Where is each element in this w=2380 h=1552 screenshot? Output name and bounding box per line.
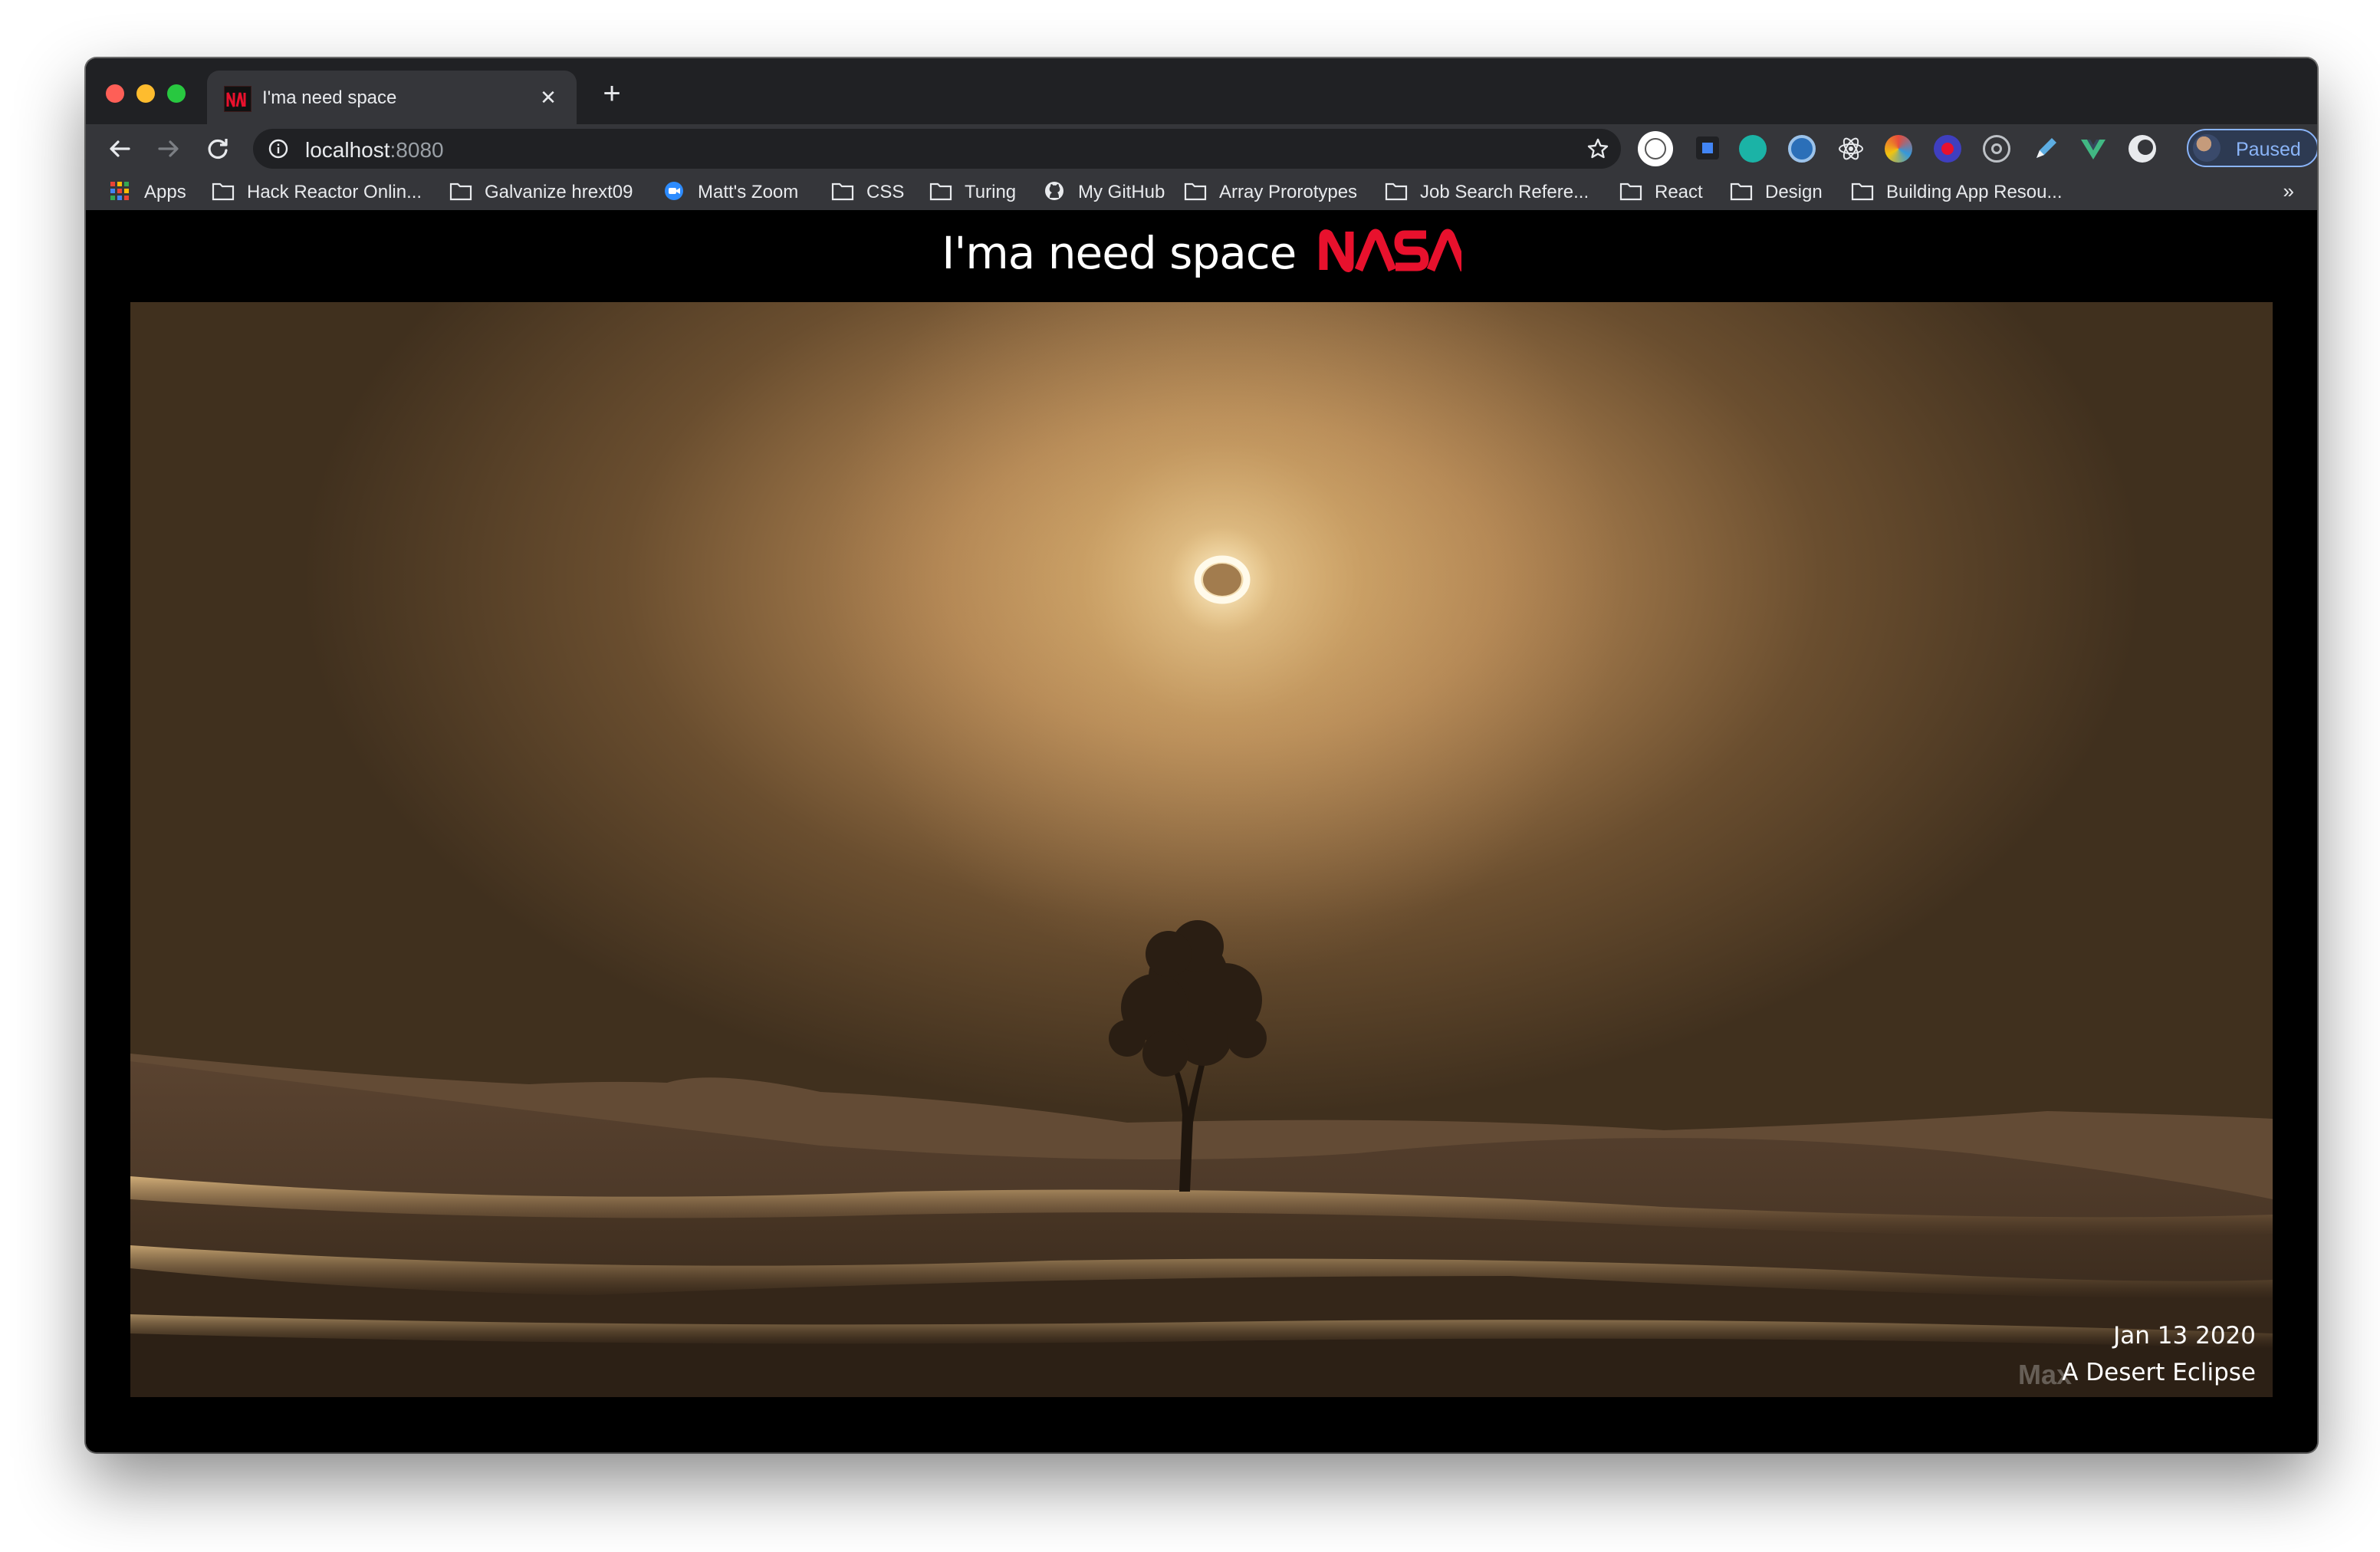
- apod-image: Max Jan 13 2020 A Desert Eclipse: [130, 302, 2273, 1397]
- bookmark-label: Galvanize hrext09: [485, 182, 633, 202]
- minimize-window-button[interactable]: [136, 84, 155, 103]
- apps-grid-icon: [110, 182, 129, 200]
- bookmark-label: My GitHub: [1078, 182, 1165, 202]
- nasa-logo: [1319, 229, 1468, 284]
- maximize-window-button[interactable]: [167, 84, 186, 103]
- page-title: I'ma need space: [942, 227, 1297, 279]
- extension-redux-icon[interactable]: [1934, 135, 1961, 163]
- site-info-icon[interactable]: [268, 139, 288, 159]
- extension-circle-icon[interactable]: [1638, 131, 1673, 166]
- tab-close-icon[interactable]: ✕: [535, 84, 561, 110]
- browser-window: I'ma need space ✕ + localhost:8080 Pause…: [86, 58, 2317, 1452]
- photo-date: Jan 13 2020: [2113, 1322, 2256, 1350]
- forward-arrow-icon[interactable]: [152, 132, 186, 166]
- folder-icon: [1184, 182, 1207, 201]
- bookmark-label: CSS: [866, 182, 905, 202]
- photo-title: A Desert Eclipse: [2062, 1359, 2256, 1386]
- profile-status: Paused: [2236, 139, 2301, 160]
- bookmark-label: Matt's Zoom: [698, 182, 799, 202]
- bookmark-label: Building App Resou...: [1886, 182, 2063, 202]
- folder-icon: [1730, 182, 1753, 201]
- bookmark-label: React: [1655, 182, 1703, 202]
- desert-eclipse-photo: [130, 302, 2273, 1397]
- site-header: I'ma need space: [86, 227, 2317, 284]
- extension-target-icon[interactable]: [1983, 135, 2010, 163]
- folder-icon: [929, 182, 952, 201]
- address-bar[interactable]: localhost:8080: [253, 129, 1621, 169]
- folder-icon: [831, 182, 854, 201]
- bookmarks-bar: Apps Hack Reactor Onlin... Galvanize hre…: [86, 173, 2317, 210]
- bookmark-label: Array Prorotypes: [1219, 182, 1358, 202]
- bookmarks-overflow-button[interactable]: »: [2283, 179, 2294, 203]
- extension-moon-icon[interactable]: [2129, 135, 2156, 163]
- bookmark-label: Turing: [965, 182, 1017, 202]
- bookmark-label: Hack Reactor Onlin...: [247, 182, 422, 202]
- extension-ring-icon[interactable]: [1788, 135, 1816, 163]
- page-content: I'ma need space Max Jan 13 2020 A Desert…: [86, 210, 2317, 1452]
- github-icon: [1045, 182, 1063, 200]
- url-host: localhost: [305, 138, 390, 162]
- extension-square-icon[interactable]: [1696, 136, 1719, 159]
- folder-icon: [1851, 182, 1874, 201]
- bookmark-label: Design: [1765, 182, 1823, 202]
- folder-icon: [1619, 182, 1642, 201]
- new-tab-button[interactable]: +: [595, 78, 629, 112]
- bookmark-label: Job Search Refere...: [1420, 182, 1589, 202]
- back-arrow-icon[interactable]: [103, 132, 136, 166]
- zoom-icon: [665, 182, 683, 200]
- profile-button[interactable]: Paused: [2187, 129, 2317, 167]
- extension-pen-icon[interactable]: [2032, 135, 2059, 163]
- nasa-favicon-icon: [224, 86, 251, 112]
- bookmark-star-icon[interactable]: [1586, 136, 1610, 161]
- react-devtools-icon[interactable]: [1837, 135, 1865, 163]
- url-port: :8080: [390, 138, 444, 162]
- tab-strip: I'ma need space ✕ +: [86, 58, 2317, 124]
- folder-icon: [1385, 182, 1408, 201]
- folder-icon: [212, 182, 235, 201]
- extension-m-icon[interactable]: [1739, 135, 1767, 163]
- bookmark-label: Apps: [144, 182, 186, 202]
- vue-devtools-icon[interactable]: [2079, 135, 2107, 163]
- reload-icon[interactable]: [201, 132, 235, 166]
- url-text: localhost:8080: [305, 138, 444, 163]
- close-window-button[interactable]: [106, 84, 124, 103]
- tab-active[interactable]: I'ma need space ✕: [207, 71, 577, 124]
- toolbar: localhost:8080 Paused: [86, 124, 2317, 173]
- folder-icon: [449, 182, 472, 201]
- avatar: [2193, 134, 2221, 162]
- extension-color-icon[interactable]: [1885, 135, 1912, 163]
- tab-title: I'ma need space: [262, 87, 397, 108]
